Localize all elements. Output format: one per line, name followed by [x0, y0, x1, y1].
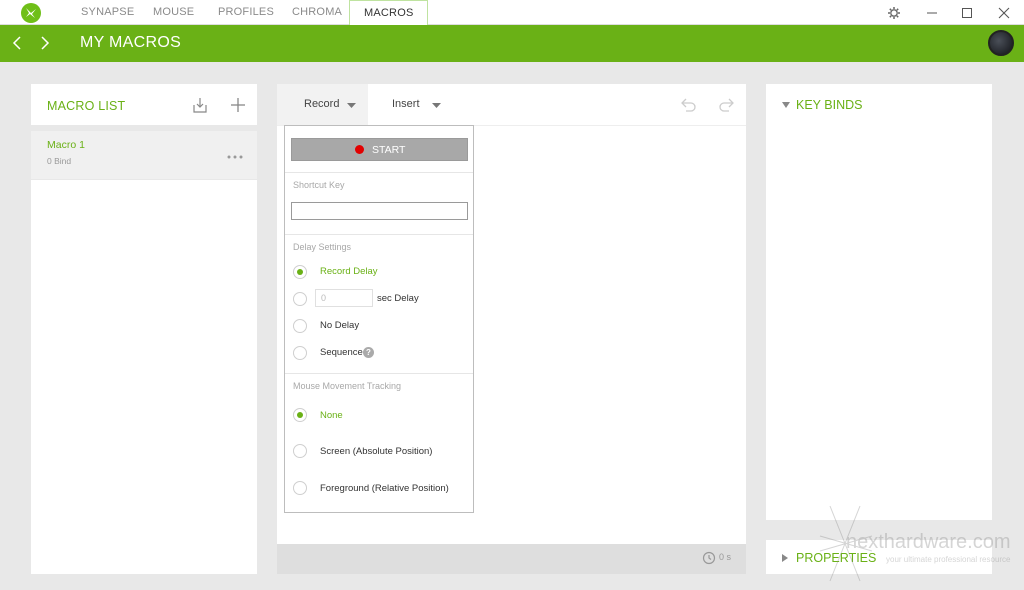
properties-title: PROPERTIES [796, 551, 877, 565]
title-bar: SYNAPSE MOUSE PROFILES CHROMA MACROS [0, 0, 1024, 25]
mouse-tracking-label: Mouse Movement Tracking [293, 381, 402, 391]
properties-panel: PROPERTIES [766, 540, 992, 574]
shortcut-key-input[interactable] [291, 202, 468, 220]
start-label: START [372, 144, 406, 156]
more-options-icon[interactable] [227, 147, 243, 165]
key-binds-panel: KEY BINDS [766, 84, 992, 520]
sec-delay-input[interactable]: 0 [315, 289, 373, 307]
chevron-down-icon [347, 103, 356, 108]
chevron-down-icon [432, 103, 441, 108]
mouse-screen-radio[interactable] [293, 444, 307, 458]
tab-profiles[interactable]: PROFILES [218, 0, 274, 25]
insert-dropdown-button[interactable]: Insert [380, 84, 460, 125]
insert-label: Insert [392, 98, 420, 110]
page-title: MY MACROS [80, 34, 182, 51]
record-dropdown-button[interactable]: Record [277, 84, 368, 125]
mouse-none-radio[interactable] [293, 408, 307, 422]
mouse-none-label: None [320, 410, 343, 421]
import-icon[interactable] [191, 96, 209, 119]
avatar[interactable] [988, 30, 1014, 56]
tab-mouse[interactable]: MOUSE [153, 0, 194, 25]
macro-list-header: MACRO LIST [31, 84, 257, 125]
record-delay-radio[interactable] [293, 265, 307, 279]
mouse-foreground-label: Foreground (Relative Position) [320, 483, 449, 494]
macro-list-body [31, 180, 257, 574]
mouse-foreground-radio[interactable] [293, 481, 307, 495]
page-header: MY MACROS [0, 25, 1024, 62]
tab-synapse[interactable]: SYNAPSE [81, 0, 134, 25]
razer-logo-icon[interactable] [21, 3, 41, 23]
macro-list-title: MACRO LIST [47, 99, 126, 113]
chevron-down-icon [782, 102, 790, 108]
maximize-icon[interactable] [958, 4, 976, 22]
help-icon[interactable]: ? [363, 347, 374, 358]
undo-icon[interactable] [678, 95, 698, 120]
start-record-button[interactable]: START [291, 138, 468, 161]
duration-label: 0 s [719, 552, 732, 562]
properties-header[interactable]: PROPERTIES [782, 551, 922, 569]
back-arrow-icon[interactable] [10, 34, 24, 57]
no-delay-radio[interactable] [293, 319, 307, 333]
minimize-icon[interactable] [923, 4, 941, 22]
tab-macros[interactable]: MACROS [349, 0, 429, 25]
editor-footer: 0 s [277, 544, 746, 574]
sequence-label: Sequence [320, 347, 363, 358]
divider [285, 234, 473, 235]
list-item[interactable]: Macro 1 0 Bind [31, 131, 257, 179]
macro-editor: Record Insert START Shortcut Key Delay S… [277, 84, 746, 544]
mouse-screen-label: Screen (Absolute Position) [320, 446, 433, 457]
sequence-radio[interactable] [293, 346, 307, 360]
divider [285, 172, 473, 173]
tab-chroma[interactable]: CHROMA [292, 0, 342, 25]
shortcut-key-label: Shortcut Key [293, 180, 345, 190]
record-label: Record [304, 98, 340, 110]
record-dropdown-panel: START Shortcut Key Delay Settings Record… [284, 125, 474, 513]
sec-delay-label: sec Delay [377, 293, 419, 304]
sec-delay-radio[interactable] [293, 292, 307, 306]
redo-icon[interactable] [717, 95, 737, 120]
key-binds-title: KEY BINDS [796, 98, 863, 112]
add-macro-icon[interactable] [229, 96, 247, 119]
no-delay-label: No Delay [320, 320, 360, 331]
macro-name: Macro 1 [47, 139, 85, 151]
delay-settings-label: Delay Settings [293, 242, 352, 252]
settings-gear-icon[interactable] [885, 4, 903, 22]
clock-icon [702, 551, 716, 565]
key-binds-header[interactable]: KEY BINDS [782, 98, 912, 116]
record-dot-icon [355, 145, 364, 154]
chevron-right-icon [782, 554, 788, 562]
close-icon[interactable] [995, 4, 1013, 22]
divider [285, 373, 473, 374]
macro-binds: 0 Bind [47, 156, 72, 166]
record-delay-label: Record Delay [320, 266, 378, 277]
forward-arrow-icon[interactable] [38, 34, 52, 57]
